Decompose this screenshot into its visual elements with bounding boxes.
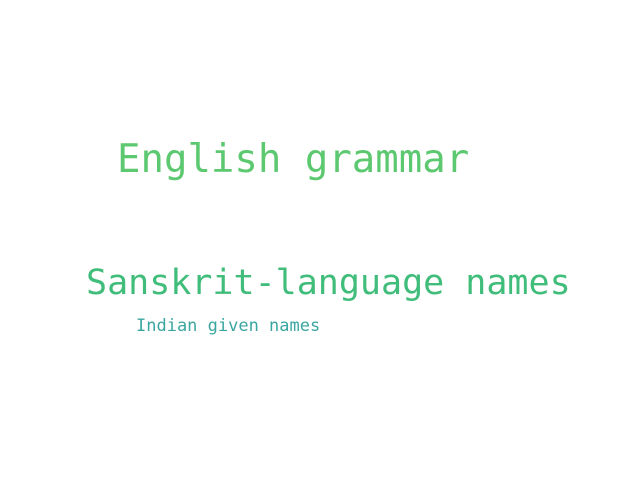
word-english-grammar: English grammar bbox=[117, 137, 470, 182]
word-sanskrit-language-names: Sanskrit-language names bbox=[86, 263, 571, 303]
word-indian-given-names: Indian given names bbox=[136, 316, 321, 336]
